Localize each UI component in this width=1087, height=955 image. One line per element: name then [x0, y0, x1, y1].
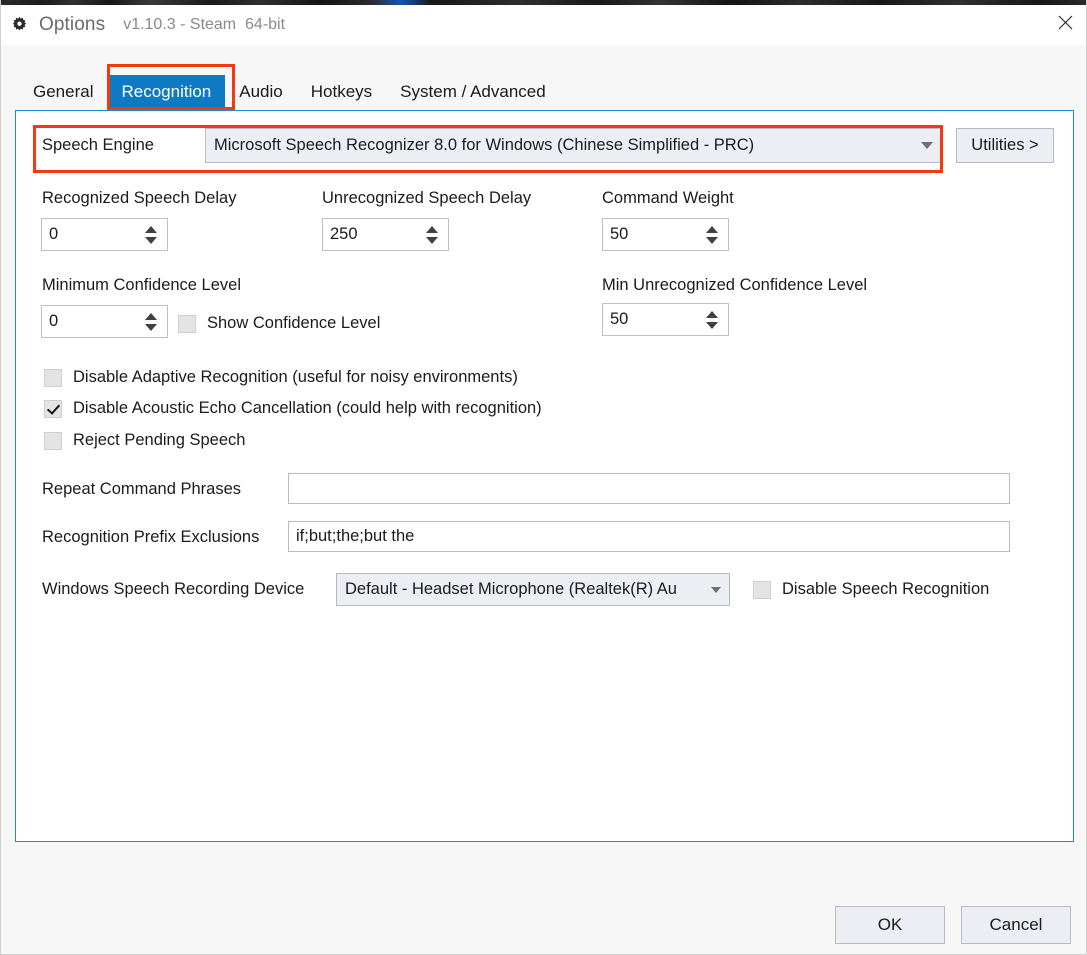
min-unrecognized-confidence-level-value: 50 [610, 310, 629, 328]
show-confidence-level-checkbox[interactable]: Show Confidence Level [178, 314, 380, 333]
stepper-up-icon[interactable] [706, 310, 718, 318]
recognition-prefix-exclusions-input[interactable]: if;but;the;but the [288, 521, 1010, 552]
stepper-down-icon[interactable] [145, 323, 157, 331]
stepper-arrows [700, 304, 728, 335]
recognition-prefix-exclusions-label: Recognition Prefix Exclusions [42, 528, 260, 546]
command-weight-label: Command Weight [602, 189, 734, 207]
window-title: Options [39, 14, 106, 35]
recognition-panel: Speech Engine Microsoft Speech Recognize… [15, 110, 1074, 842]
speech-engine-value: Microsoft Speech Recognizer 8.0 for Wind… [214, 136, 755, 154]
tab-hotkeys[interactable]: Hotkeys [297, 75, 386, 110]
unrecognized-speech-delay-value: 250 [330, 225, 358, 243]
windows-speech-recording-device-label: Windows Speech Recording Device [42, 580, 305, 598]
stepper-arrows [139, 306, 167, 337]
repeat-command-phrases-label: Repeat Command Phrases [42, 480, 242, 498]
chevron-down-icon [703, 586, 729, 593]
reject-pending-speech-checkbox[interactable]: Reject Pending Speech [44, 431, 245, 450]
checkbox-box [753, 580, 771, 599]
unrecognized-speech-delay-stepper[interactable]: 250 [322, 218, 449, 251]
checkbox-box [178, 314, 196, 333]
title-bar: Options v1.10.3 - Steam 64-bit [1, 5, 1086, 45]
utilities-button[interactable]: Utilities > [956, 128, 1054, 163]
recognized-speech-delay-label: Recognized Speech Delay [42, 189, 237, 207]
minimum-confidence-level-stepper[interactable]: 0 [41, 305, 168, 338]
stepper-down-icon[interactable] [706, 321, 718, 329]
checkbox-box [44, 399, 62, 418]
unrecognized-speech-delay-label: Unrecognized Speech Delay [322, 189, 532, 207]
repeat-command-phrases-input[interactable] [288, 473, 1010, 504]
windows-speech-recording-device-dropdown[interactable]: Default - Headset Microphone (Realtek(R)… [336, 573, 730, 606]
stepper-down-icon[interactable] [426, 236, 438, 244]
min-unrecognized-confidence-level-label: Min Unrecognized Confidence Level [602, 276, 868, 294]
disable-adaptive-recognition-checkbox[interactable]: Disable Adaptive Recognition (useful for… [44, 368, 518, 387]
gear-icon [8, 14, 30, 36]
disable-adaptive-recognition-label: Disable Adaptive Recognition (useful for… [73, 368, 518, 386]
background-window-strip [1, 0, 1086, 5]
show-confidence-level-label: Show Confidence Level [207, 314, 381, 332]
stepper-down-icon[interactable] [706, 236, 718, 244]
tab-bar: General Recognition Audio Hotkeys System… [19, 64, 560, 110]
stepper-up-icon[interactable] [426, 225, 438, 233]
stepper-arrows [420, 219, 448, 250]
stepper-up-icon[interactable] [145, 225, 157, 233]
speech-engine-label: Speech Engine [42, 136, 154, 154]
min-unrecognized-confidence-level-stepper[interactable]: 50 [602, 303, 729, 336]
tab-recognition[interactable]: Recognition [107, 75, 226, 110]
close-button[interactable] [1042, 5, 1086, 45]
cancel-button[interactable]: Cancel [961, 906, 1071, 944]
chevron-down-icon [914, 142, 940, 149]
tab-system-advanced[interactable]: System / Advanced [386, 75, 560, 110]
speech-engine-dropdown[interactable]: Microsoft Speech Recognizer 8.0 for Wind… [205, 128, 941, 163]
stepper-up-icon[interactable] [706, 225, 718, 233]
ok-button[interactable]: OK [835, 906, 945, 944]
minimum-confidence-level-value: 0 [49, 312, 59, 330]
recognized-speech-delay-stepper[interactable]: 0 [41, 218, 168, 251]
stepper-down-icon[interactable] [145, 236, 157, 244]
tab-audio[interactable]: Audio [225, 75, 296, 110]
stepper-arrows [139, 219, 167, 250]
checkbox-box [44, 431, 62, 450]
windows-speech-recording-device-value: Default - Headset Microphone (Realtek(R)… [345, 580, 677, 598]
disable-acoustic-echo-cancellation-label: Disable Acoustic Echo Cancellation (coul… [73, 399, 542, 417]
command-weight-value: 50 [610, 225, 629, 243]
disable-acoustic-echo-cancellation-checkbox[interactable]: Disable Acoustic Echo Cancellation (coul… [44, 399, 542, 418]
checkbox-box [44, 368, 62, 387]
stepper-arrows [700, 219, 728, 250]
recognized-speech-delay-value: 0 [49, 225, 59, 243]
options-window: Options v1.10.3 - Steam 64-bit General R… [0, 0, 1087, 955]
tab-general[interactable]: General [19, 75, 107, 110]
command-weight-stepper[interactable]: 50 [602, 218, 729, 251]
disable-speech-recognition-label: Disable Speech Recognition [782, 580, 990, 598]
close-icon [1058, 15, 1073, 35]
minimum-confidence-level-label: Minimum Confidence Level [42, 276, 242, 294]
reject-pending-speech-label: Reject Pending Speech [73, 431, 246, 449]
stepper-up-icon[interactable] [145, 312, 157, 320]
window-version-label: v1.10.3 - Steam 64-bit [123, 16, 286, 33]
disable-speech-recognition-checkbox[interactable]: Disable Speech Recognition [753, 580, 989, 599]
